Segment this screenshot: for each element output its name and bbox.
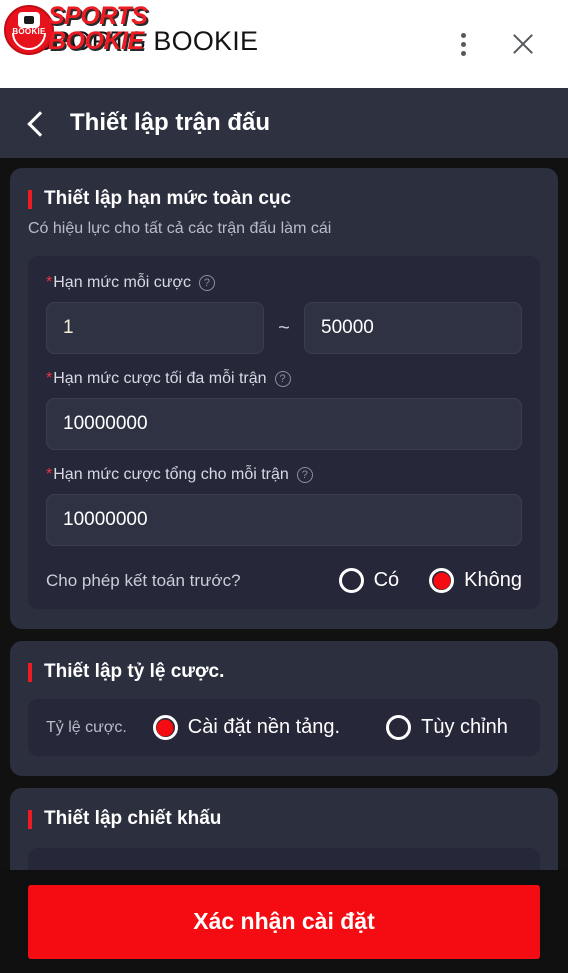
required-asterisk: *: [46, 274, 53, 291]
early-settlement-label: Cho phép kết toán trước?: [46, 570, 241, 590]
odds-panel: Tỷ lệ cược. Cài đặt nền tảng. Tùy chỉnh: [28, 699, 540, 756]
logo-badge-icon: BOOKIE: [4, 5, 54, 55]
odds-option-custom[interactable]: Tùy chỉnh: [386, 715, 508, 740]
footer-bar: Xác nhận cài đặt: [0, 870, 568, 973]
app-screen: SPORTS BOOKIE BOOKIE SPORTS BOOKIE Thiết…: [0, 0, 568, 973]
header-actions: [446, 27, 568, 61]
logo-wordmark-line2: BOOKIE: [48, 27, 144, 55]
early-settlement-option-no[interactable]: Không: [429, 568, 522, 593]
radio-icon-unselected: [338, 568, 364, 593]
global-limit-title: Thiết lập hạn mức toàn cục: [44, 188, 292, 209]
discount-title-row: Thiết lập chiết khấu: [28, 808, 540, 830]
required-asterisk: *: [46, 370, 53, 387]
back-chevron-icon[interactable]: [24, 111, 48, 135]
early-settlement-option-yes[interactable]: Có: [338, 568, 400, 593]
logo-wordmark-line1: SPORTS: [48, 2, 148, 30]
radio-icon-selected: [152, 715, 178, 740]
early-settlement-row: Cho phép kết toán trước? Có Không: [46, 568, 522, 593]
early-settlement-option-yes-label: Có: [373, 569, 400, 591]
logo-wordmark: SPORTS BOOKIE: [48, 4, 158, 54]
discount-title: Thiết lập chiết khấu: [44, 808, 222, 829]
odds-card: Thiết lập tỷ lệ cược. Tỷ lệ cược. Cài đặ…: [10, 641, 558, 776]
logo-arc-shape: [12, 33, 46, 50]
question-mark-icon[interactable]: ?: [274, 371, 291, 387]
sports-bookie-logo: BOOKIE SPORTS BOOKIE: [4, 4, 152, 58]
per-bet-label-row: * Hạn mức mỗi cược ?: [46, 274, 522, 292]
odds-option-platform[interactable]: Cài đặt nền tảng.: [152, 715, 341, 740]
soccer-ball-icon: [18, 12, 40, 28]
early-settlement-radio-group: Có Không: [338, 568, 522, 593]
title-accent-bar: [28, 662, 32, 682]
max-per-match-label-row: * Hạn mức cược tối đa mỗi trận ?: [46, 370, 522, 388]
odds-option-platform-label: Cài đặt nền tảng.: [187, 716, 341, 738]
question-mark-icon[interactable]: ?: [296, 467, 313, 483]
field-per-bet: * Hạn mức mỗi cược ? 1 ~ 50000: [46, 274, 522, 354]
app-header: SPORTS BOOKIE BOOKIE SPORTS BOOKIE: [0, 0, 568, 88]
odds-title: Thiết lập tỷ lệ cược.: [44, 661, 225, 682]
odds-row-label: Tỷ lệ cược.: [46, 718, 127, 736]
field-total-per-match: * Hạn mức cược tổng cho mỗi trận ? 10000…: [46, 466, 522, 546]
global-limit-subtitle: Có hiệu lực cho tất cả các trận đấu làm …: [28, 220, 332, 237]
page-navbar: Thiết lập trận đấu: [0, 88, 568, 158]
max-per-match-input[interactable]: 10000000: [46, 398, 522, 450]
close-icon: [510, 31, 536, 57]
per-bet-label: Hạn mức mỗi cược: [53, 274, 191, 291]
range-separator: ~: [278, 316, 290, 339]
total-per-match-label: Hạn mức cược tổng cho mỗi trận: [53, 466, 289, 483]
early-settlement-option-no-label: Không: [464, 569, 522, 591]
field-max-per-match: * Hạn mức cược tối đa mỗi trận ? 1000000…: [46, 370, 522, 450]
page-title: Thiết lập trận đấu: [70, 109, 271, 136]
odds-option-custom-label: Tùy chỉnh: [421, 716, 508, 738]
title-accent-bar: [28, 189, 32, 209]
discount-card: Thiết lập chiết khấu: [10, 788, 558, 870]
per-bet-max-input[interactable]: 50000: [304, 302, 522, 354]
odds-title-row: Thiết lập tỷ lệ cược.: [28, 661, 540, 683]
title-accent-bar: [28, 809, 32, 829]
discount-panel: [28, 848, 540, 870]
radio-icon-unselected: [386, 715, 412, 740]
settings-content[interactable]: Thiết lập hạn mức toàn cục Có hiệu lực c…: [0, 158, 568, 870]
kebab-menu-button[interactable]: [446, 27, 480, 61]
total-per-match-label-row: * Hạn mức cược tổng cho mỗi trận ?: [46, 466, 522, 484]
kebab-menu-icon: [460, 32, 466, 56]
radio-icon-selected: [429, 568, 455, 593]
max-per-match-label: Hạn mức cược tối đa mỗi trận: [53, 370, 267, 387]
confirm-settings-button[interactable]: Xác nhận cài đặt: [28, 884, 540, 959]
per-bet-min-input[interactable]: 1: [46, 302, 264, 354]
per-bet-range-row: 1 ~ 50000: [46, 302, 522, 354]
close-button[interactable]: [506, 27, 540, 61]
odds-radio-group: Cài đặt nền tảng. Tùy chỉnh: [152, 715, 508, 740]
total-per-match-input[interactable]: 10000000: [46, 494, 522, 546]
global-limit-panel: * Hạn mức mỗi cược ? 1 ~ 50000 * Hạn mức…: [28, 256, 540, 609]
brand-area: SPORTS BOOKIE BOOKIE SPORTS BOOKIE: [0, 0, 446, 88]
question-mark-icon[interactable]: ?: [198, 275, 215, 291]
global-limit-card: Thiết lập hạn mức toàn cục Có hiệu lực c…: [10, 168, 558, 629]
global-limit-title-row: Thiết lập hạn mức toàn cục: [28, 188, 540, 210]
required-asterisk: *: [46, 466, 53, 483]
